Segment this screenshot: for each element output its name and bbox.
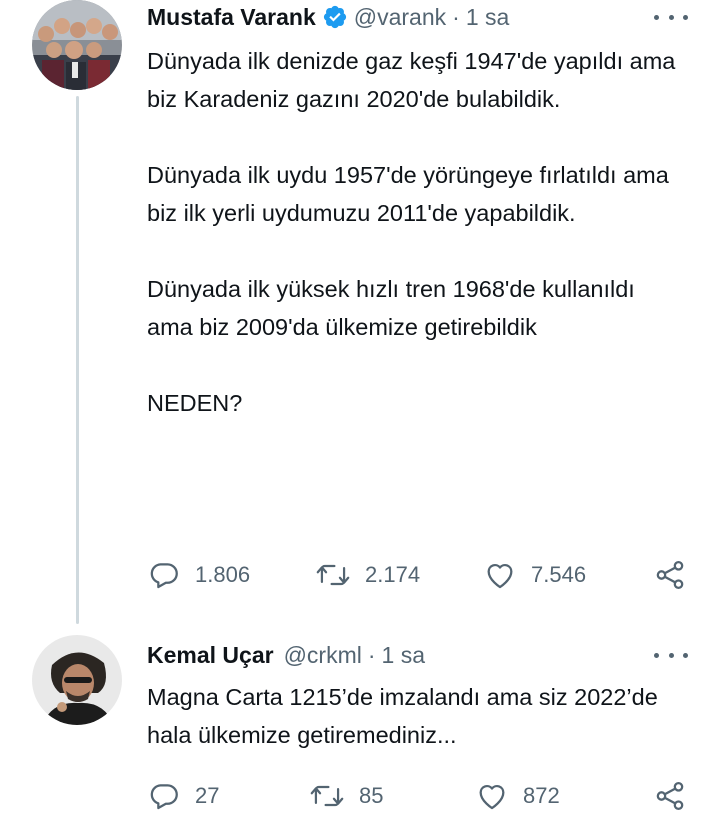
tweet-text: Dünyada ilk denizde gaz keşfi 1947'de ya…	[147, 42, 687, 422]
share-icon	[656, 560, 684, 590]
share-button[interactable]	[653, 558, 687, 592]
share-button[interactable]	[653, 779, 687, 813]
author-name[interactable]: Kemal Uçar	[147, 641, 274, 669]
author-name[interactable]: Mustafa Varank	[147, 3, 316, 31]
profile-photo-image	[32, 635, 122, 725]
tweet-paragraph: Magna Carta 1215’de imzalandı ama siz 20…	[147, 684, 658, 748]
tweet-paragraph: NEDEN?	[147, 390, 243, 416]
group-photo-image	[32, 0, 122, 90]
tweet-timestamp[interactable]: 1 sa	[466, 3, 509, 31]
retweet-count: 2.174	[365, 562, 421, 587]
author-handle[interactable]: @varank	[354, 3, 446, 31]
reply-bubble-icon	[150, 563, 178, 589]
reply-count: 27	[195, 783, 220, 808]
retweet-arrows-icon	[310, 785, 344, 807]
like-count: 7.546	[531, 562, 587, 587]
like-button[interactable]: 872	[475, 779, 560, 813]
reply-bubble-icon	[150, 784, 178, 810]
tweet-text: Magna Carta 1215’de imzalandı ama siz 20…	[147, 678, 687, 754]
thread-connector-line	[76, 96, 79, 624]
more-dots-icon[interactable]	[654, 645, 688, 665]
verified-badge-icon	[322, 4, 348, 30]
more-dots-icon[interactable]	[654, 7, 688, 27]
tweet-header: Mustafa Varank @varank · 1 sa	[147, 3, 509, 31]
tweet-paragraph: Dünyada ilk denizde gaz keşfi 1947'de ya…	[147, 48, 676, 112]
heart-icon	[479, 785, 505, 810]
reply-button[interactable]: 27	[147, 779, 219, 813]
author-handle[interactable]: @crkml	[284, 641, 362, 669]
tweet-paragraph: Dünyada ilk yüksek hızlı tren 1968'de ku…	[147, 276, 635, 340]
retweet-count: 85	[359, 783, 384, 808]
avatar[interactable]	[32, 0, 122, 90]
tweet-timestamp[interactable]: 1 sa	[382, 641, 425, 669]
retweet-button[interactable]: 85	[309, 779, 383, 813]
share-icon	[656, 781, 684, 811]
reply-count: 1.806	[195, 562, 251, 587]
tweet-paragraph: Dünyada ilk uydu 1957'de yörüngeye fırla…	[147, 162, 669, 226]
retweet-arrows-icon	[316, 564, 350, 586]
like-count: 872	[523, 783, 560, 808]
like-button[interactable]: 7.546	[483, 558, 586, 592]
tweet-header: Kemal Uçar @crkml · 1 sa	[147, 641, 425, 669]
header-separator: ·	[367, 642, 376, 668]
reply-button[interactable]: 1.806	[147, 558, 250, 592]
heart-icon	[487, 564, 513, 589]
tweet-actions: 1.806 2.174 7.546	[147, 557, 687, 593]
header-separator: ·	[452, 4, 460, 30]
tweet-actions: 27 85 872	[147, 778, 687, 814]
retweet-button[interactable]: 2.174	[315, 558, 420, 592]
avatar[interactable]	[32, 635, 122, 725]
